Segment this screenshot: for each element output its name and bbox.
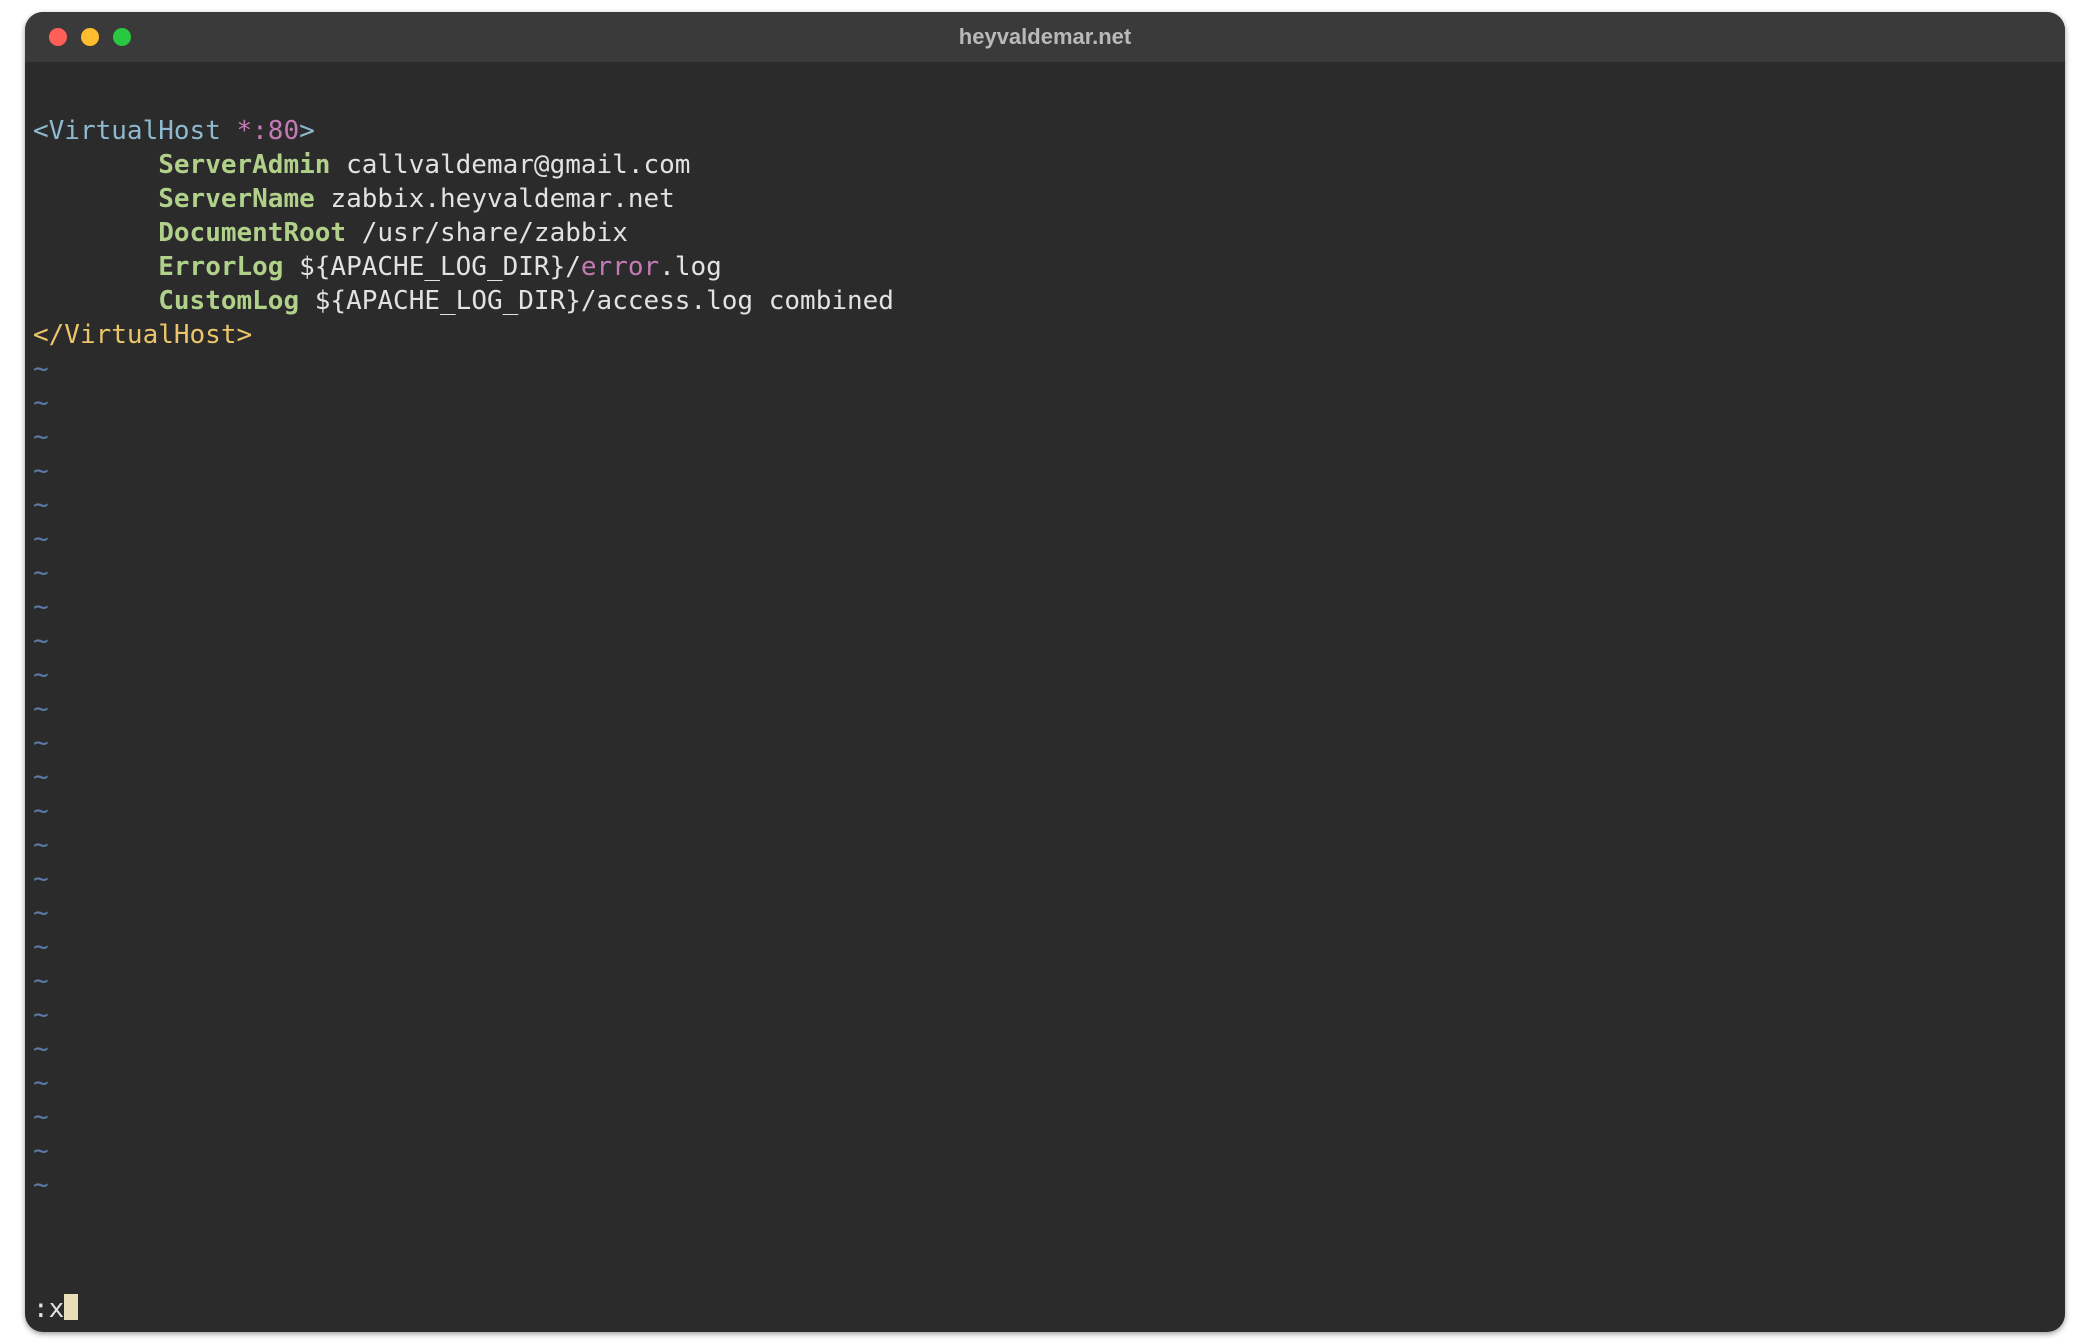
tilde-line: ~ <box>33 930 2057 964</box>
code-token: </VirtualHost> <box>33 320 252 350</box>
code-token: /usr/share/zabbix <box>362 218 628 248</box>
tilde-line: ~ <box>33 386 2057 420</box>
code-token: *:80 <box>237 116 300 146</box>
terminal-window: heyvaldemar.net <VirtualHost *:80> Serve… <box>25 12 2065 1332</box>
code-token: VirtualHost <box>49 116 221 146</box>
cursor-icon <box>64 1294 78 1320</box>
code-token: ErrorLog <box>158 252 283 282</box>
tilde-line: ~ <box>33 1100 2057 1134</box>
tilde-line: ~ <box>33 1032 2057 1066</box>
tilde-line: ~ <box>33 760 2057 794</box>
code-token: CustomLog <box>158 286 299 316</box>
tilde-line: ~ <box>33 896 2057 930</box>
code-token: zabbix.heyvaldemar.net <box>330 184 674 214</box>
code-token: /access.log combined <box>581 286 894 316</box>
code-token: < <box>33 116 49 146</box>
minimize-icon[interactable] <box>81 28 99 46</box>
window-title: heyvaldemar.net <box>25 24 2065 50</box>
terminal-body[interactable]: <VirtualHost *:80> ServerAdmin callvalde… <box>25 62 2065 1332</box>
code-token <box>33 218 158 248</box>
close-icon[interactable] <box>49 28 67 46</box>
tilde-line: ~ <box>33 522 2057 556</box>
tilde-line: ~ <box>33 828 2057 862</box>
code-token: .log <box>659 252 722 282</box>
tilde-line: ~ <box>33 454 2057 488</box>
code-token <box>346 218 362 248</box>
editor-empty-lines: ~~~~~~~~~~~~~~~~~~~~~~~~~ <box>33 352 2057 1292</box>
code-token <box>33 184 158 214</box>
code-token <box>33 286 158 316</box>
code-token <box>33 150 158 180</box>
code-token <box>221 116 237 146</box>
vim-command-line[interactable]: :x <box>33 1292 2057 1332</box>
tilde-line: ~ <box>33 998 2057 1032</box>
tilde-line: ~ <box>33 794 2057 828</box>
code-token <box>315 184 331 214</box>
tilde-line: ~ <box>33 352 2057 386</box>
code-token: ${APACHE_LOG_DIR} <box>315 286 581 316</box>
code-token <box>330 150 346 180</box>
code-token <box>299 286 315 316</box>
tilde-line: ~ <box>33 590 2057 624</box>
code-token: ${APACHE_LOG_DIR} <box>299 252 565 282</box>
maximize-icon[interactable] <box>113 28 131 46</box>
tilde-line: ~ <box>33 420 2057 454</box>
code-token: DocumentRoot <box>158 218 346 248</box>
titlebar: heyvaldemar.net <box>25 12 2065 62</box>
tilde-line: ~ <box>33 658 2057 692</box>
code-token: callvaldemar@gmail.com <box>346 150 690 180</box>
command-text: x <box>49 1294 65 1324</box>
command-prefix: : <box>33 1294 49 1324</box>
tilde-line: ~ <box>33 862 2057 896</box>
tilde-line: ~ <box>33 556 2057 590</box>
editor-content[interactable]: <VirtualHost *:80> ServerAdmin callvalde… <box>33 80 2057 352</box>
code-token: > <box>299 116 315 146</box>
tilde-line: ~ <box>33 1168 2057 1202</box>
tilde-line: ~ <box>33 692 2057 726</box>
tilde-line: ~ <box>33 1134 2057 1168</box>
traffic-lights <box>49 28 131 46</box>
code-token <box>283 252 299 282</box>
tilde-line: ~ <box>33 964 2057 998</box>
code-token: ServerAdmin <box>158 150 330 180</box>
tilde-line: ~ <box>33 726 2057 760</box>
code-token <box>33 252 158 282</box>
code-token: ServerName <box>158 184 315 214</box>
code-token: error <box>581 252 659 282</box>
tilde-line: ~ <box>33 624 2057 658</box>
code-token: / <box>565 252 581 282</box>
tilde-line: ~ <box>33 488 2057 522</box>
tilde-line: ~ <box>33 1066 2057 1100</box>
